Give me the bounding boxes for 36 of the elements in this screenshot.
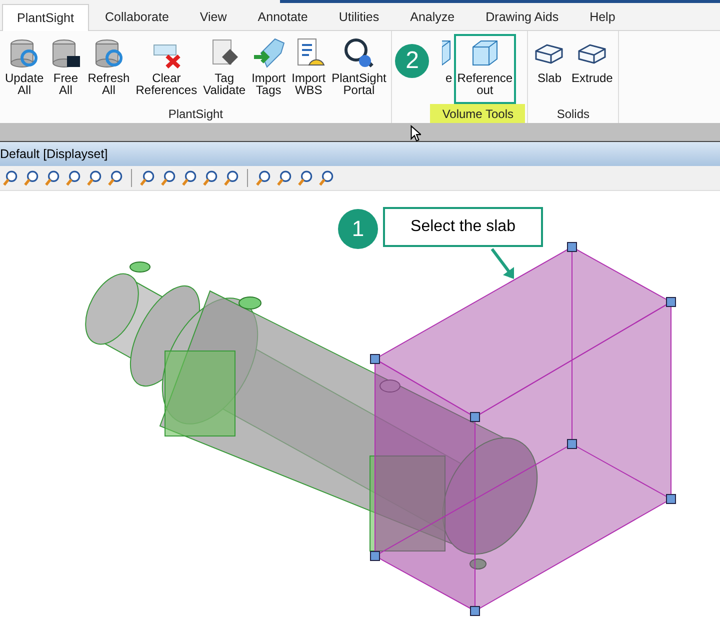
ribbon-button[interactable]: Update All bbox=[2, 34, 47, 104]
ribbon-group-label: Solids bbox=[556, 106, 590, 123]
ribbon-button[interactable]: Import WBS bbox=[288, 34, 329, 104]
ribbon-tab[interactable]: PlantSight bbox=[2, 4, 89, 31]
ribbon-button[interactable]: Refresh All bbox=[84, 34, 133, 104]
ribbon-tab[interactable]: Utilities bbox=[324, 3, 394, 30]
ribbon-tab[interactable]: Collaborate bbox=[90, 3, 184, 30]
tag-import-icon bbox=[252, 37, 285, 69]
ribbon-button[interactable]: Extrude bbox=[568, 34, 616, 104]
ribbon-button[interactable]: Free All bbox=[46, 34, 85, 104]
zoom-in-icon[interactable] bbox=[2, 170, 19, 186]
ribbon-tab[interactable]: View bbox=[184, 3, 242, 30]
ribbon-button[interactable]: Tag Validate bbox=[200, 34, 249, 104]
callout-arrow bbox=[490, 248, 514, 279]
view-title: Default [Displayset] bbox=[0, 147, 108, 161]
database-sync-icon bbox=[8, 37, 40, 69]
ribbon-group-label: Volume Tools bbox=[430, 104, 526, 125]
zoom-window-icon[interactable] bbox=[44, 170, 61, 186]
ribbon-button[interactable]: Slab bbox=[530, 34, 568, 104]
ribbon-button[interactable]: PlantSight Portal bbox=[328, 34, 390, 104]
ribbon-group-label: PlantSight bbox=[167, 106, 224, 123]
ribbon-tab[interactable]: Help bbox=[574, 3, 630, 30]
database-lock-icon bbox=[50, 37, 82, 69]
ribbon-button[interactable]: Reference out bbox=[454, 34, 516, 104]
database-refresh-icon bbox=[92, 37, 125, 69]
ribbon-button[interactable]: Clear References bbox=[132, 34, 200, 104]
ribbon-tab[interactable]: Annotate bbox=[242, 3, 323, 30]
ribbon-tab[interactable]: Analyze bbox=[395, 3, 470, 30]
zoom-out-icon[interactable] bbox=[23, 170, 40, 186]
callout-label: Select the slab bbox=[383, 207, 543, 247]
step-badge: 1 bbox=[338, 209, 378, 249]
cursor-icon bbox=[410, 125, 421, 142]
step-badge: 2 bbox=[395, 44, 430, 78]
ribbon-button[interactable]: Import Tags bbox=[248, 34, 289, 104]
ribbon-tab[interactable]: Drawing Aids bbox=[470, 3, 574, 30]
portal-search-icon bbox=[342, 37, 375, 69]
